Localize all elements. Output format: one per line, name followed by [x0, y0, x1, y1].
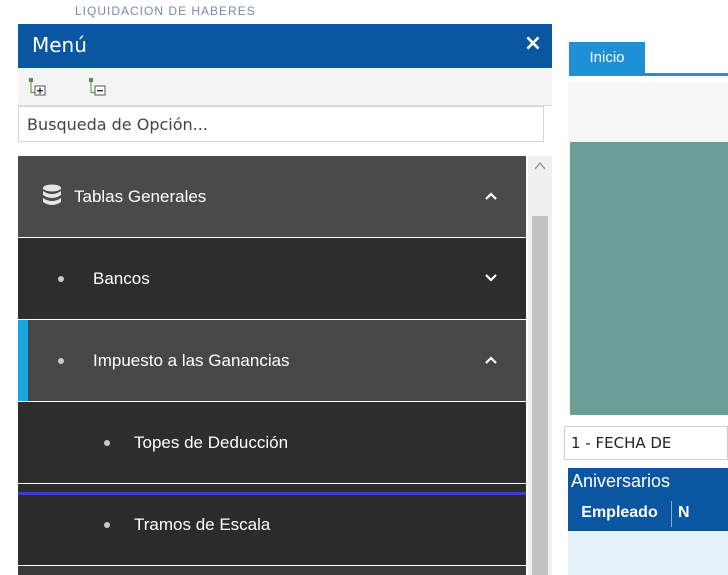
scroll-up-arrow-icon[interactable] [533, 160, 547, 172]
grid-header: Empleado N [568, 495, 728, 531]
table-row[interactable] [568, 531, 728, 575]
menu-item-topes-deduccion[interactable]: Topes de Deducción [18, 402, 526, 483]
menu-item-next[interactable] [18, 566, 526, 575]
scrollbar-thumb[interactable] [532, 216, 548, 575]
menu-item-label: Tablas Generales [74, 187, 207, 206]
chevron-up-icon [485, 356, 497, 364]
menu-item-tramos-escala[interactable]: Tramos de Escala [18, 484, 526, 575]
bullet-icon [58, 358, 64, 364]
chevron-up-icon [485, 192, 497, 200]
database-icon [43, 184, 61, 205]
menu-header: Menú × [18, 24, 552, 68]
collapse-tree-icon[interactable] [88, 77, 108, 97]
sidebar-menu: Menú × Tablas Generales [18, 24, 552, 575]
menu-item-impuesto-ganancias[interactable]: Impuesto a las Ganancias [18, 320, 526, 401]
menu-item-label: Topes de Deducción [134, 433, 289, 452]
tab-inicio[interactable]: Inicio [569, 42, 645, 73]
app-title: LIQUIDACION DE HABERES [75, 4, 256, 18]
grid-title: Aniversarios [568, 468, 728, 495]
menu-item-bancos[interactable]: Bancos [18, 238, 526, 319]
column-header-n[interactable]: N [678, 495, 690, 531]
top-bar: LIQUIDACION DE HABERES [0, 0, 728, 24]
menu-search-input[interactable] [18, 106, 544, 142]
bullet-icon [58, 276, 64, 282]
dashboard-tile [570, 142, 728, 415]
column-header-empleado[interactable]: Empleado [568, 495, 671, 531]
menu-title: Menú [32, 33, 87, 57]
main-content: Inicio 1 - FECHA DE Aniversarios Emplead… [552, 24, 728, 575]
menu-list: Tablas Generales Bancos Impuesto a las G… [18, 156, 526, 575]
bullet-icon [104, 522, 110, 528]
chevron-down-icon [485, 274, 497, 282]
menu-item-tablas-generales[interactable]: Tablas Generales [18, 156, 526, 237]
tab-underline [569, 73, 728, 76]
expand-tree-icon[interactable] [28, 77, 48, 97]
menu-item-label: Impuesto a las Ganancias [93, 351, 290, 370]
menu-item-label: Bancos [93, 269, 150, 288]
menu-scrollbar[interactable] [528, 156, 552, 575]
highlight-frame [18, 492, 526, 575]
column-separator [671, 501, 672, 527]
close-menu-button[interactable]: × [518, 29, 548, 59]
menu-item-label: Tramos de Escala [134, 515, 271, 534]
bullet-icon [104, 440, 110, 446]
tree-toolbar [18, 68, 552, 106]
report-select[interactable]: 1 - FECHA DE [564, 426, 728, 460]
